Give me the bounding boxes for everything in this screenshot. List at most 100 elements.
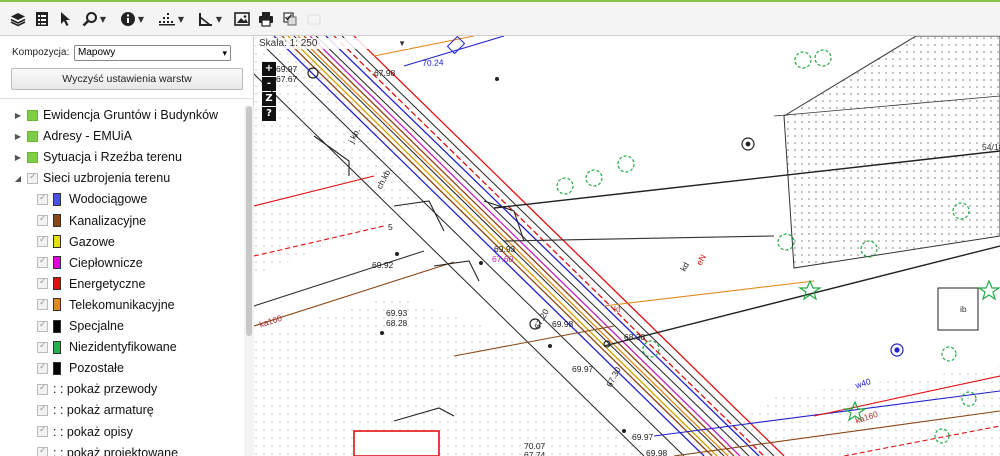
expand-arrow-icon[interactable]: ▶	[13, 153, 23, 162]
layer-checkbox[interactable]	[37, 213, 48, 226]
map-label: 69.97	[572, 364, 594, 374]
layer-label: : : pokaż armaturę	[53, 403, 154, 418]
layer-label: Adresy - EMUiA	[43, 129, 132, 144]
layer-tree: ▶ Ewidencja Gruntów i Budynków ▶ Adresy - E…	[0, 102, 244, 456]
map-label: 69.98	[646, 448, 668, 456]
layer-color-swatch	[53, 361, 61, 375]
layer-item[interactable]: Specjalne	[37, 316, 124, 336]
layer-item[interactable]: : : pokaż projektowane	[37, 443, 178, 456]
layer-label: Ciepłownicze	[69, 255, 143, 270]
scale-indicator[interactable]: Skala: 1: 250 ▼	[256, 38, 410, 49]
angle-icon[interactable]: ▼	[196, 8, 224, 30]
layers-icon[interactable]	[8, 8, 28, 30]
layer-item[interactable]: Pozostałe	[37, 358, 124, 378]
layer-item[interactable]: : : pokaż opisy	[37, 422, 133, 442]
map-label: 69.93	[386, 308, 408, 318]
help-button[interactable]: ?	[262, 107, 276, 121]
layer-label: Niezidentyfikowane	[69, 340, 177, 355]
map-label: 54/18	[982, 142, 1000, 152]
layer-item[interactable]: Telekomunikacyjne	[37, 295, 175, 315]
map-label: 5	[388, 222, 393, 232]
layer-item[interactable]: Energetyczne	[37, 274, 145, 294]
expand-arrow-icon[interactable]: ▶	[13, 132, 23, 141]
zoom-out-button[interactable]: -	[262, 77, 276, 91]
image-icon[interactable]	[232, 8, 252, 30]
map-label: 68.28	[386, 318, 408, 328]
layer-checkbox[interactable]	[37, 276, 48, 290]
zoom-extent-button[interactable]: Z	[262, 92, 276, 106]
layer-checkbox[interactable]	[37, 424, 48, 437]
select-icon[interactable]	[280, 8, 300, 30]
map-label: 69.92	[372, 260, 394, 270]
layer-item[interactable]: : : pokaż przewody	[37, 379, 157, 399]
layer-label: Sieci uzbrojenia terenu	[43, 171, 171, 186]
print-icon[interactable]	[256, 8, 276, 30]
map-label: ib	[960, 304, 967, 314]
layer-label: : : pokaż projektowane	[53, 445, 179, 456]
scrollbar-thumb[interactable]	[246, 106, 252, 336]
map-label: 70.24	[422, 57, 444, 68]
layer-label: Specjalne	[69, 319, 124, 333]
expand-arrow-icon[interactable]: ▶	[13, 111, 23, 120]
composition-select[interactable]: Mapowy ▾	[74, 45, 231, 61]
legend-icon[interactable]	[32, 8, 52, 30]
layer-checkbox[interactable]	[37, 382, 48, 395]
layer-label: Telekomunikacyjne	[69, 297, 175, 312]
layer-label: : : pokaż przewody	[53, 382, 158, 397]
layer-label: Pozostałe	[69, 361, 124, 376]
layer-checkbox[interactable]	[37, 340, 48, 353]
layer-checkbox[interactable]	[27, 171, 38, 184]
layer-item[interactable]: Gazowe	[37, 232, 115, 252]
layer-item[interactable]: Ciepłownicze	[37, 253, 143, 273]
layer-checkbox[interactable]	[37, 403, 48, 416]
composition-value: Mapowy	[78, 47, 116, 58]
scale-dropdown-icon[interactable]: ▼	[398, 39, 406, 48]
layer-checkbox[interactable]	[37, 319, 48, 332]
layer-item[interactable]: Kanalizacyjne	[37, 211, 146, 231]
toolbar: ▼ ▼ ▼ ▼	[0, 0, 1000, 36]
layer-color-swatch	[53, 277, 61, 291]
layer-checkbox[interactable]	[27, 151, 38, 163]
layer-color-swatch	[53, 340, 61, 354]
map-canvas[interactable]: 70.24 67.98 69.97 67.67 j.kb. ch.kb. 69.92 69.9…	[254, 36, 1000, 456]
layer-item[interactable]: ▶ Sytuacja i Rzeźba terenu	[13, 147, 182, 167]
layer-checkbox[interactable]	[37, 297, 48, 311]
scrollbar[interactable]	[244, 106, 254, 456]
layer-color-swatch	[53, 235, 61, 249]
layer-label: Gazowe	[69, 234, 115, 249]
layer-checkbox[interactable]	[27, 109, 38, 121]
scale-label: Skala:	[259, 38, 287, 49]
layer-color-swatch	[53, 256, 61, 270]
layer-checkbox[interactable]	[37, 234, 48, 248]
collapse-arrow-icon[interactable]: ◢	[13, 174, 23, 183]
layer-item[interactable]: Wodociągowe	[37, 189, 147, 209]
layer-checkbox[interactable]	[37, 445, 48, 456]
clear-layers-button[interactable]: Wyczyść ustawienia warstw	[11, 68, 243, 90]
map-label: 69.93	[494, 244, 516, 254]
measure-icon[interactable]: ▼	[156, 8, 186, 30]
layer-checkbox[interactable]	[37, 192, 48, 205]
layer-checkbox[interactable]	[37, 361, 48, 374]
info-icon[interactable]: ▼	[118, 8, 146, 30]
layer-item[interactable]: Niezidentyfikowane	[37, 337, 177, 357]
scale-value: 1: 250	[289, 38, 318, 49]
map-label: 67.60	[492, 254, 514, 264]
zoom-icon[interactable]: ▼	[80, 8, 108, 30]
map-label: 69.97	[276, 64, 298, 74]
layer-item[interactable]: ▶ Ewidencja Gruntów i Budynków	[13, 105, 218, 125]
layer-label: Wodociągowe	[69, 192, 148, 207]
map-label: 68.38	[624, 332, 646, 342]
map-label: 67.98	[374, 68, 396, 78]
layer-checkbox[interactable]	[27, 130, 38, 142]
layer-item[interactable]: : : pokaż armaturę	[37, 400, 154, 420]
layer-item[interactable]: ◢ Sieci uzbrojenia terenu	[13, 168, 170, 188]
layer-panel: Kompozycja: Mapowy ▾ Wyczyść ustawienia …	[0, 36, 254, 456]
zoom-in-button[interactable]: +	[262, 62, 276, 76]
layer-item[interactable]: ▶ Adresy - EMUiA	[13, 126, 132, 146]
layer-label: Energetyczne	[69, 276, 146, 291]
pointer-icon[interactable]	[56, 8, 74, 30]
extra-icon[interactable]	[304, 8, 324, 30]
map-drawing[interactable]	[254, 36, 1000, 456]
layer-label: Ewidencja Gruntów i Budynków	[43, 108, 219, 122]
layer-checkbox[interactable]	[37, 255, 48, 269]
